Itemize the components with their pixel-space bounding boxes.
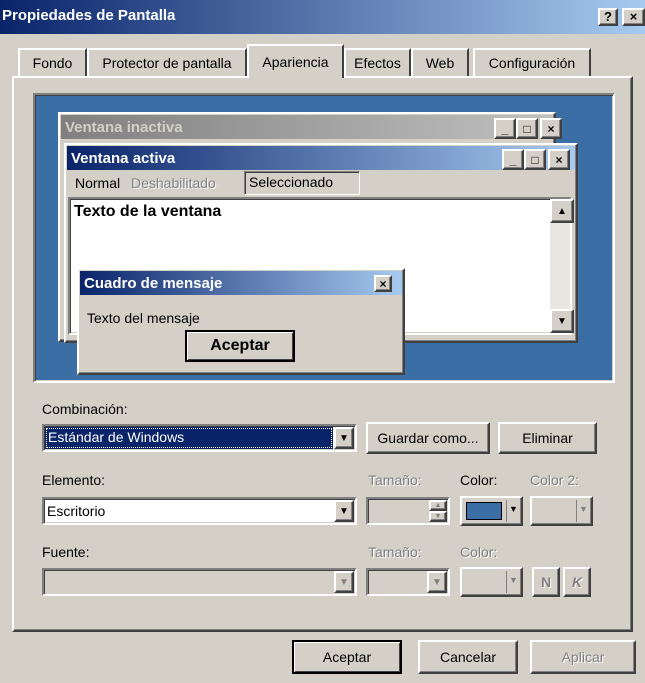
chevron-down-icon: ▼ (509, 575, 518, 585)
menu-disabled: Deshabilitado (131, 175, 216, 191)
message-box-title: Cuadro de mensaje (84, 274, 223, 292)
save-as-button[interactable]: Guardar como... (366, 422, 490, 454)
chevron-down-icon[interactable]: ▼ (334, 427, 354, 449)
item-value: Escritorio (47, 503, 106, 519)
inactive-title-bar: Ventana inactiva (61, 115, 553, 139)
chevron-down-icon: ▼ (509, 504, 518, 514)
scheme-select[interactable]: Estándar de Windows ▼ (42, 424, 357, 452)
maximize-icon: □ (516, 118, 538, 139)
chevron-down-icon[interactable]: ▼ (334, 571, 354, 593)
item-select[interactable]: Escritorio ▼ (42, 497, 357, 525)
tab-label: Configuración (488, 55, 576, 71)
close-icon: × (540, 118, 562, 139)
divider (576, 500, 577, 522)
appearance-preview[interactable]: Ventana inactiva _ □ × Ventana activa _ … (33, 93, 615, 383)
apply-button[interactable]: Aplicar (530, 640, 636, 674)
item-size-label: Tamaño: (368, 472, 422, 488)
color-swatch (466, 502, 502, 520)
menu-selected: Seleccionado (244, 171, 360, 195)
close-icon: × (548, 149, 570, 170)
spin-down-icon[interactable]: ▼ (429, 511, 447, 522)
ok-button[interactable]: Aceptar (292, 640, 402, 674)
tab-configuracion[interactable]: Configuración (473, 48, 591, 76)
scheme-label: Combinación: (42, 401, 128, 417)
font-color-label: Color: (460, 544, 498, 560)
close-icon: × (374, 275, 392, 292)
divider (506, 571, 507, 593)
help-icon: ? (604, 9, 612, 24)
message-ok-button: Aceptar (185, 330, 295, 362)
menu-normal: Normal (75, 175, 121, 191)
tab-protector[interactable]: Protector de pantalla (87, 48, 247, 76)
chevron-down-icon[interactable]: ▼ (427, 571, 447, 593)
font-color-button[interactable]: ▼ (460, 567, 523, 597)
item-color2-button[interactable]: ▼ (530, 496, 593, 526)
window-text: Texto de la ventana (74, 203, 222, 220)
scroll-up-icon: ▲ (550, 199, 574, 223)
item-label: Elemento: (42, 472, 106, 488)
chevron-down-icon[interactable]: ▼ (334, 500, 354, 522)
minimize-icon: _ (494, 118, 516, 139)
divider (506, 500, 507, 522)
item-color-button[interactable]: ▼ (460, 496, 523, 526)
help-button[interactable]: ? (598, 8, 618, 26)
chevron-down-icon: ▼ (579, 504, 588, 514)
item-size-stepper[interactable]: ▲ ▼ (366, 497, 450, 525)
message-text: Texto del mensaje (87, 310, 200, 326)
font-size-label: Tamaño: (368, 544, 422, 560)
minimize-icon: _ (502, 149, 524, 170)
message-box-title-bar: Cuadro de mensaje (80, 271, 402, 295)
scheme-value: Estándar de Windows (45, 427, 333, 449)
tab-label: Protector de pantalla (102, 55, 232, 71)
scroll-down-icon: ▼ (550, 309, 574, 333)
tab-label: Efectos (354, 55, 401, 71)
font-size-select[interactable]: ▼ (366, 568, 450, 596)
inactive-title: Ventana inactiva (65, 118, 183, 136)
font-label: Fuente: (42, 544, 90, 560)
active-caption-buttons: _ □ × (502, 149, 570, 170)
delete-button[interactable]: Eliminar (498, 422, 597, 454)
tab-efectos[interactable]: Efectos (344, 48, 411, 76)
tab-label: Web (425, 55, 455, 71)
inactive-caption-buttons: _ □ × (494, 118, 562, 139)
close-button[interactable]: × (622, 8, 645, 26)
tab-label: Fondo (32, 55, 73, 71)
active-title-bar: Ventana activa (67, 146, 575, 170)
tab-label: Apariencia (262, 54, 329, 70)
tab-fondo[interactable]: Fondo (18, 48, 87, 76)
bold-button[interactable]: N (532, 567, 560, 597)
window-title: Propiedades de Pantalla (2, 7, 176, 24)
maximize-icon: □ (524, 149, 546, 170)
tab-web[interactable]: Web (411, 48, 469, 76)
item-color2-label: Color 2: (530, 472, 580, 488)
cancel-button[interactable]: Cancelar (418, 640, 518, 674)
active-title: Ventana activa (71, 149, 176, 167)
tab-apariencia[interactable]: Apariencia (247, 44, 344, 78)
close-icon: × (629, 9, 638, 24)
item-color-label: Color: (460, 472, 498, 488)
spin-up-icon[interactable]: ▲ (429, 500, 447, 511)
italic-button[interactable]: K (563, 567, 591, 597)
message-box: Cuadro de mensaje × Texto del mensaje Ac… (77, 268, 405, 375)
font-select[interactable]: ▼ (42, 568, 357, 596)
scrollbar: ▲ ▼ (550, 199, 574, 333)
